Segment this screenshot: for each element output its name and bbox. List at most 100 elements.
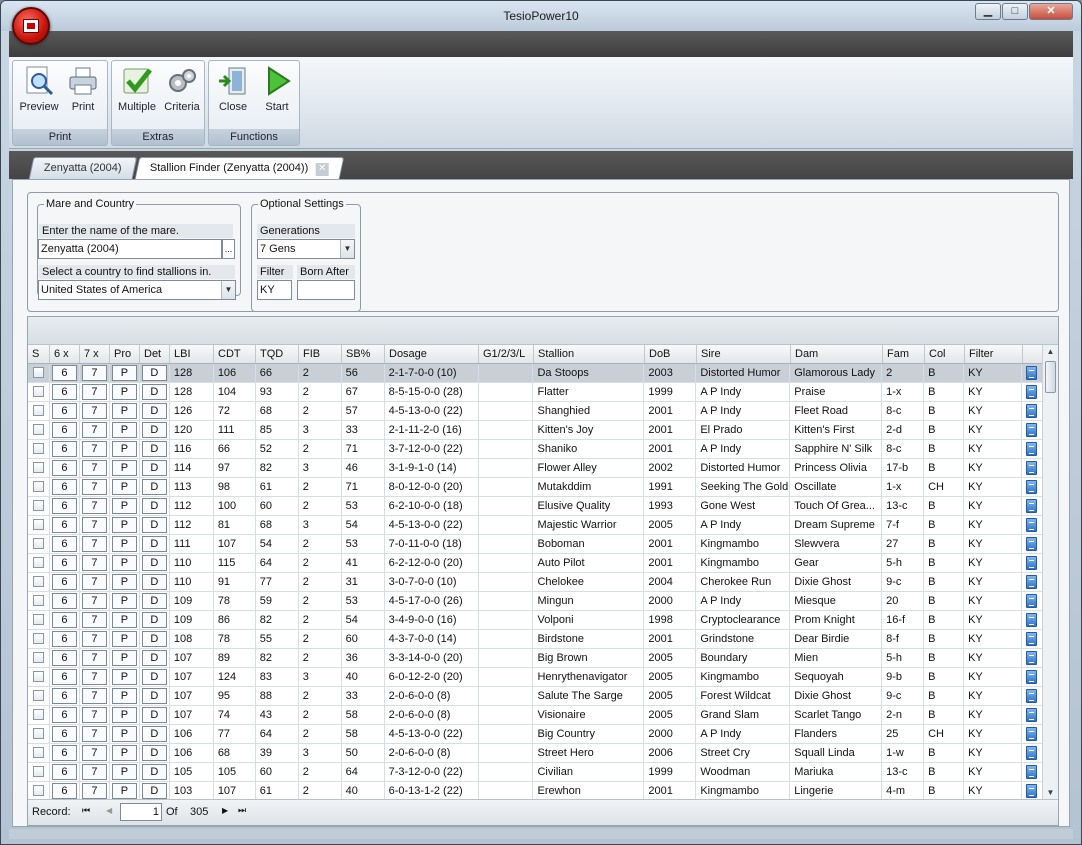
select-checkbox[interactable]: [32, 671, 44, 682]
detail-cell[interactable]: [1022, 554, 1042, 572]
7x-cell[interactable]: 7: [80, 725, 110, 743]
seven-x-button[interactable]: 7: [81, 460, 107, 476]
column-header[interactable]: SB%: [342, 345, 385, 363]
table-row[interactable]: 6 7 P D 120 111 85 3 33 2-1-11-2-0 (16) Kitten's J…: [28, 421, 1042, 440]
seven-x-button[interactable]: 7: [81, 745, 107, 761]
table-row[interactable]: 6 7 P D 107 89 82 2 36 3-3-14-0-0 (20) Big Brown 20…: [28, 649, 1042, 668]
column-header[interactable]: Dosage: [385, 345, 479, 363]
detail-cell[interactable]: [1022, 687, 1042, 705]
last-record-icon[interactable]: ⏭: [238, 805, 246, 816]
det-button[interactable]: D: [141, 726, 167, 742]
det-cell[interactable]: D: [140, 497, 170, 515]
column-header[interactable]: G1/2/3/L: [479, 345, 534, 363]
column-header[interactable]: CDT: [214, 345, 256, 363]
column-header[interactable]: Filter: [965, 345, 1023, 363]
table-row[interactable]: 6 7 P D 106 77 64 2 58 4-5-13-0-0 (22) Big Country…: [28, 725, 1042, 744]
detail-cell[interactable]: [1022, 611, 1042, 629]
6x-cell[interactable]: 6: [50, 497, 80, 515]
detail-cell[interactable]: [1022, 478, 1042, 496]
pro-button[interactable]: P: [111, 650, 137, 666]
column-header[interactable]: Fam: [883, 345, 925, 363]
table-row[interactable]: 6 7 P D 128 106 66 2 56 2-1-7-0-0 (10) Da Stoops 20…: [28, 364, 1042, 383]
current-record-input[interactable]: 1: [120, 803, 162, 821]
six-x-button[interactable]: 6: [51, 498, 77, 514]
six-x-button[interactable]: 6: [51, 745, 77, 761]
det-button[interactable]: D: [141, 536, 167, 552]
select-cell[interactable]: [28, 668, 50, 686]
pro-button[interactable]: P: [111, 422, 137, 438]
det-button[interactable]: D: [141, 669, 167, 685]
det-button[interactable]: D: [141, 498, 167, 514]
document-icon[interactable]: [1026, 632, 1038, 646]
pro-cell[interactable]: P: [110, 687, 140, 705]
7x-cell[interactable]: 7: [80, 630, 110, 648]
select-cell[interactable]: [28, 383, 50, 401]
document-icon[interactable]: [1026, 575, 1038, 589]
pro-cell[interactable]: P: [110, 782, 140, 800]
select-checkbox[interactable]: [32, 367, 44, 378]
det-cell[interactable]: D: [140, 440, 170, 458]
select-cell[interactable]: [28, 535, 50, 553]
document-icon[interactable]: [1026, 613, 1038, 627]
select-cell[interactable]: [28, 421, 50, 439]
close-window-button[interactable]: ✕: [1029, 3, 1073, 20]
pro-cell[interactable]: P: [110, 383, 140, 401]
born-after-input[interactable]: [297, 280, 355, 300]
det-cell[interactable]: D: [140, 383, 170, 401]
pro-cell[interactable]: P: [110, 421, 140, 439]
previous-record-icon[interactable]: ◀: [106, 806, 112, 815]
det-button[interactable]: D: [141, 555, 167, 571]
table-row[interactable]: 6 7 P D 108 78 55 2 60 4-3-7-0-0 (14) Birdstone 200…: [28, 630, 1042, 649]
pro-button[interactable]: P: [111, 403, 137, 419]
select-checkbox[interactable]: [32, 614, 44, 625]
select-checkbox[interactable]: [32, 481, 44, 492]
table-row[interactable]: 6 7 P D 109 86 82 2 54 3-4-9-0-0 (16) Volponi 1998 C…: [28, 611, 1042, 630]
det-cell[interactable]: D: [140, 744, 170, 762]
6x-cell[interactable]: 6: [50, 421, 80, 439]
det-cell[interactable]: D: [140, 725, 170, 743]
7x-cell[interactable]: 7: [80, 668, 110, 686]
six-x-button[interactable]: 6: [51, 441, 77, 457]
six-x-button[interactable]: 6: [51, 726, 77, 742]
document-icon[interactable]: [1026, 480, 1038, 494]
column-header[interactable]: FIB: [299, 345, 342, 363]
seven-x-button[interactable]: 7: [81, 422, 107, 438]
seven-x-button[interactable]: 7: [81, 555, 107, 571]
detail-cell[interactable]: [1022, 535, 1042, 553]
document-icon[interactable]: [1026, 385, 1038, 399]
det-button[interactable]: D: [141, 688, 167, 704]
six-x-button[interactable]: 6: [51, 422, 77, 438]
six-x-button[interactable]: 6: [51, 517, 77, 533]
select-cell[interactable]: [28, 364, 50, 382]
close-button[interactable]: Close: [211, 65, 255, 113]
det-button[interactable]: D: [141, 574, 167, 590]
pro-cell[interactable]: P: [110, 763, 140, 781]
column-header[interactable]: Col: [925, 345, 965, 363]
column-header[interactable]: Dam: [791, 345, 883, 363]
det-button[interactable]: D: [141, 593, 167, 609]
detail-cell[interactable]: [1022, 706, 1042, 724]
column-header[interactable]: TQD: [256, 345, 299, 363]
det-cell[interactable]: D: [140, 364, 170, 382]
pro-button[interactable]: P: [111, 688, 137, 704]
seven-x-button[interactable]: 7: [81, 517, 107, 533]
table-row[interactable]: 6 7 P D 114 97 82 3 46 3-1-9-1-0 (14) Flower Alley…: [28, 459, 1042, 478]
7x-cell[interactable]: 7: [80, 516, 110, 534]
column-header[interactable]: 7 x: [80, 345, 110, 363]
6x-cell[interactable]: 6: [50, 668, 80, 686]
table-row[interactable]: 6 7 P D 110 115 64 2 41 6-2-12-0-0 (20) Auto Pilot…: [28, 554, 1042, 573]
6x-cell[interactable]: 6: [50, 763, 80, 781]
application-menu-button[interactable]: [12, 7, 50, 45]
detail-cell[interactable]: [1022, 383, 1042, 401]
6x-cell[interactable]: 6: [50, 687, 80, 705]
select-cell[interactable]: [28, 554, 50, 572]
7x-cell[interactable]: 7: [80, 782, 110, 800]
document-icon[interactable]: [1026, 746, 1038, 760]
select-cell[interactable]: [28, 630, 50, 648]
vertical-scrollbar[interactable]: ▲ ▼: [1042, 345, 1058, 800]
table-row[interactable]: 6 7 P D 109 78 59 2 53 4-5-17-0-0 (26) Mingun 2000 A…: [28, 592, 1042, 611]
pro-cell[interactable]: P: [110, 649, 140, 667]
pro-cell[interactable]: P: [110, 744, 140, 762]
document-icon[interactable]: [1026, 518, 1038, 532]
detail-cell[interactable]: [1022, 782, 1042, 800]
